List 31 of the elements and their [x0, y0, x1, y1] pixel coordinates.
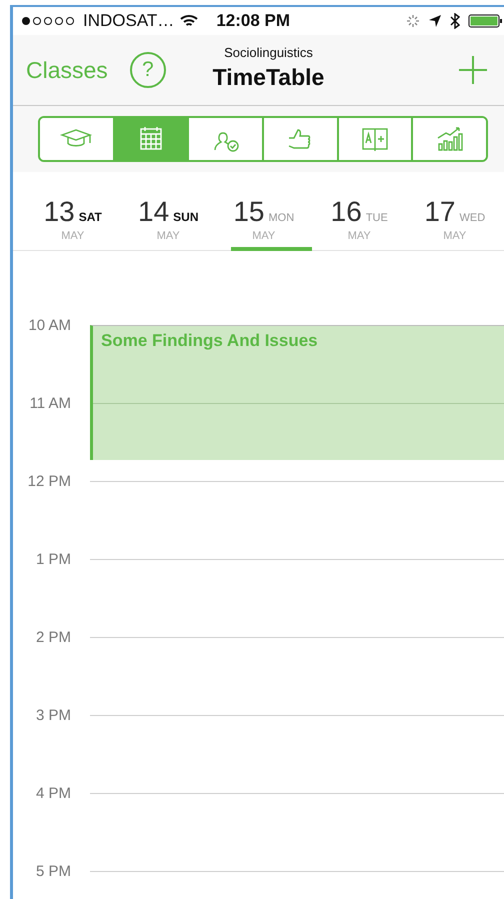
day-tab[interactable]: 14 SUN MAY	[120, 172, 216, 250]
hour-label: 2 PM	[34, 628, 71, 646]
class-subtitle: Sociolinguistics	[224, 45, 313, 60]
signal-icon	[21, 16, 77, 26]
hour-label: 10 AM	[27, 316, 71, 334]
hour-label: 12 PM	[26, 472, 71, 490]
add-icon[interactable]	[458, 55, 488, 85]
bluetooth-icon	[450, 13, 460, 29]
hour-label: 1 PM	[34, 550, 71, 568]
hour-label: 11 AM	[28, 394, 71, 412]
screen-title: TimeTable	[212, 64, 324, 91]
view-tab[interactable]	[40, 118, 113, 160]
event-title: Some Findings And Issues	[101, 331, 318, 351]
hour-label: 4 PM	[34, 784, 71, 802]
day-tab[interactable]: 16 TUE MAY	[312, 172, 407, 250]
view-tab[interactable]	[262, 118, 337, 160]
view-tab[interactable]	[336, 118, 412, 160]
hour-label: 3 PM	[34, 706, 71, 724]
battery-icon	[468, 14, 504, 28]
day-tab[interactable]: 13 SAT MAY	[25, 172, 120, 250]
view-tab[interactable]	[411, 118, 486, 160]
activity-icon	[406, 14, 420, 28]
clock-time: 12:08 PM	[216, 11, 290, 31]
wifi-icon	[180, 14, 198, 28]
hour-label: 5 PM	[34, 862, 71, 880]
day-tab[interactable]: 15 MON MAY	[216, 172, 312, 250]
view-tab[interactable]	[187, 118, 262, 160]
carrier-name: INDOSAT…	[83, 11, 174, 31]
location-icon	[428, 14, 442, 28]
view-tab[interactable]	[112, 118, 188, 160]
day-tab[interactable]: 17 WED MAY	[407, 172, 502, 250]
